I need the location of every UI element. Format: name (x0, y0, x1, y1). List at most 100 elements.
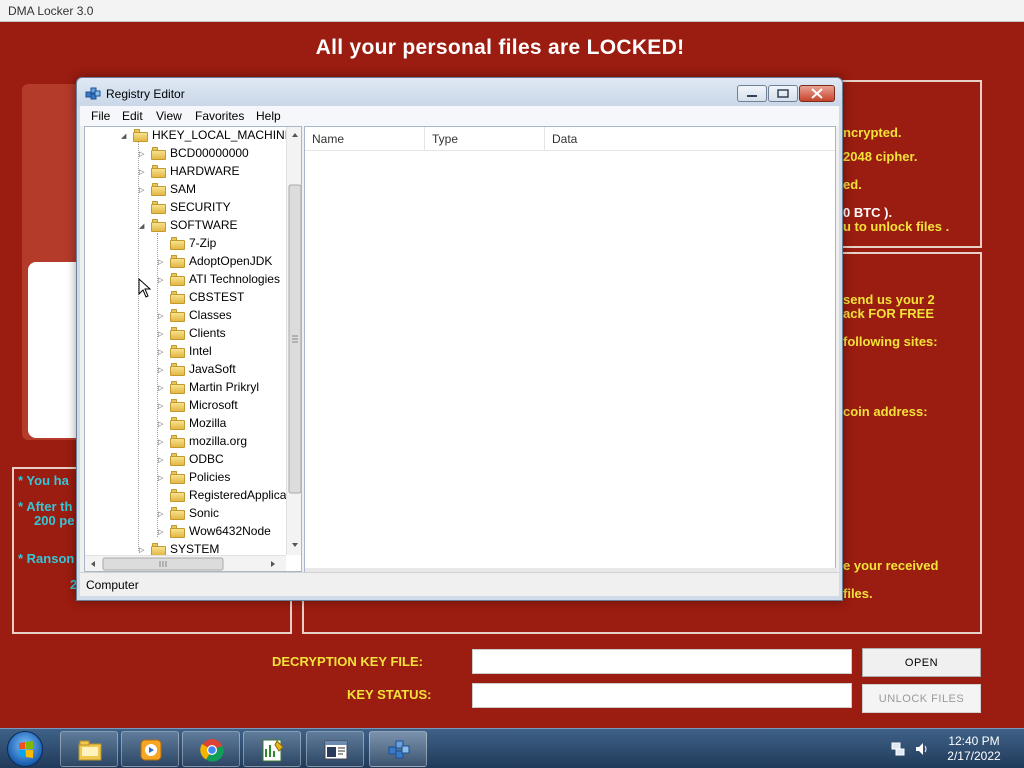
close-button[interactable] (799, 85, 835, 102)
info-line: files. (843, 586, 873, 601)
registry-editor-window: Registry Editor File Edit View Favorites… (76, 77, 843, 601)
tree-item-label: AdoptOpenJDK (189, 254, 273, 268)
regedit-titlebar[interactable]: Registry Editor (77, 78, 842, 106)
expand-arrow-icon[interactable]: ▷ (158, 528, 165, 536)
tree-item-label: Mozilla (189, 416, 227, 430)
expand-arrow-icon[interactable]: ▷ (139, 150, 146, 158)
registry-editor-icon (85, 85, 101, 101)
menu-favorites[interactable]: Favorites (195, 109, 244, 123)
tree-item-label: RegisteredApplica (189, 488, 287, 502)
expand-arrow-icon[interactable]: ▷ (158, 456, 165, 464)
clock-time: 12:40 PM (948, 734, 1000, 748)
folder-icon (151, 165, 166, 178)
folder-icon (170, 273, 185, 286)
expand-arrow-icon[interactable]: ▷ (158, 510, 165, 518)
note-line: * Ranson (18, 551, 75, 566)
folder-icon (170, 399, 185, 412)
menu-view[interactable]: View (156, 109, 182, 123)
folder-icon (170, 363, 185, 376)
expand-arrow-icon[interactable]: ▷ (139, 186, 146, 194)
volume-icon[interactable] (916, 743, 927, 755)
taskbar-chart-tool[interactable] (243, 731, 301, 767)
network-icon[interactable] (891, 742, 905, 756)
collapse-arrow-icon[interactable]: ◢ (139, 222, 146, 230)
expand-arrow-icon[interactable]: ▷ (139, 168, 146, 176)
expand-arrow-icon[interactable]: ▷ (158, 312, 165, 320)
decryption-key-label: DECRYPTION KEY FILE: (272, 654, 423, 669)
key-tree-pane[interactable]: ◢ HKEY_LOCAL_MACHINE ▷ BCD00000000 ▷ HARDWARE… (84, 126, 302, 572)
column-name[interactable]: Name (305, 127, 425, 151)
folder-icon (151, 183, 166, 196)
info-line: e your received (843, 558, 939, 573)
unlock-files-button[interactable]: UNLOCK FILES (862, 684, 981, 713)
tree-item-label: 7-Zip (189, 236, 217, 250)
expand-arrow-icon[interactable]: ▷ (158, 402, 165, 410)
expand-arrow-icon[interactable]: ▷ (139, 546, 146, 554)
expand-arrow-icon[interactable]: ▷ (158, 420, 165, 428)
tree-item-label: HKEY_LOCAL_MACHINE (152, 128, 293, 142)
folder-icon (133, 129, 148, 142)
taskbar-explorer[interactable] (60, 731, 118, 767)
regedit-client-area: ◢ HKEY_LOCAL_MACHINE ▷ BCD00000000 ▷ HARDWARE… (80, 126, 839, 572)
expand-arrow-icon[interactable]: ▷ (158, 384, 165, 392)
console-icon (324, 737, 348, 763)
taskbar: 12:40 PM 2/17/2022 (0, 728, 1024, 768)
folder-icon (170, 345, 185, 358)
values-list-pane[interactable]: Name Type Data (304, 126, 837, 572)
expand-arrow-icon[interactable]: ▷ (158, 438, 165, 446)
info-line: u to unlock files . (843, 219, 950, 234)
mouse-cursor-icon (138, 278, 152, 298)
info-line: ncrypted. (843, 125, 902, 140)
taskbar-registry-editor[interactable] (369, 731, 427, 767)
decryption-key-field[interactable] (472, 649, 852, 674)
tree-item-label: ODBC (189, 452, 224, 466)
tree-vertical-scrollbar[interactable] (286, 127, 301, 555)
start-button[interactable] (7, 731, 43, 767)
tree-item-label: SECURITY (170, 200, 231, 214)
maximize-button[interactable] (768, 85, 798, 102)
tree-item-label: mozilla.org (189, 434, 248, 448)
expand-arrow-icon[interactable]: ▷ (158, 258, 165, 266)
folder-icon (170, 417, 185, 430)
clock[interactable]: 12:40 PM 2/17/2022 (944, 734, 1004, 764)
regedit-menubar: File Edit View Favorites Help (80, 106, 839, 126)
collapse-arrow-icon[interactable]: ◢ (121, 132, 128, 140)
key-status-field (472, 683, 852, 708)
key-status-label: KEY STATUS: (347, 687, 432, 702)
info-line: 2048 cipher. (843, 149, 918, 164)
column-data[interactable]: Data (545, 127, 835, 151)
expand-arrow-icon[interactable]: ▷ (158, 276, 165, 284)
menu-edit[interactable]: Edit (122, 109, 143, 123)
tree-horizontal-scrollbar[interactable] (85, 555, 286, 571)
folder-icon (151, 147, 166, 160)
expand-arrow-icon[interactable]: ▷ (158, 366, 165, 374)
taskbar-console[interactable] (306, 731, 364, 767)
menu-help[interactable]: Help (256, 109, 281, 123)
taskbar-media-player[interactable] (121, 731, 179, 767)
minimize-button[interactable] (737, 85, 767, 102)
folder-icon (170, 507, 185, 520)
system-tray (890, 741, 934, 757)
explorer-icon (78, 737, 102, 763)
chrome-icon (200, 737, 224, 763)
tree-item-label: Classes (189, 308, 232, 322)
dma-window-title: DMA Locker 3.0 (8, 4, 94, 18)
info-line: ack FOR FREE (843, 306, 935, 321)
dma-titlebar: DMA Locker 3.0 (0, 0, 1024, 22)
tree-item-label: SYSTEM (170, 542, 220, 556)
folder-icon (151, 219, 166, 232)
expand-arrow-icon[interactable]: ▷ (158, 348, 165, 356)
tree-item-label: JavaSoft (189, 362, 236, 376)
tree-item-label: ATI Technologies (189, 272, 280, 286)
column-type[interactable]: Type (425, 127, 545, 151)
folder-icon (170, 471, 185, 484)
menu-file[interactable]: File (91, 109, 110, 123)
note-line: 200 pe (34, 513, 75, 528)
ransom-headline: All your personal files are LOCKED! (315, 36, 685, 59)
expand-arrow-icon[interactable]: ▷ (158, 330, 165, 338)
folder-icon (170, 255, 185, 268)
expand-arrow-icon[interactable]: ▷ (158, 474, 165, 482)
taskbar-chrome[interactable] (182, 731, 240, 767)
media-player-icon (139, 737, 163, 763)
open-button[interactable]: OPEN (862, 648, 981, 677)
